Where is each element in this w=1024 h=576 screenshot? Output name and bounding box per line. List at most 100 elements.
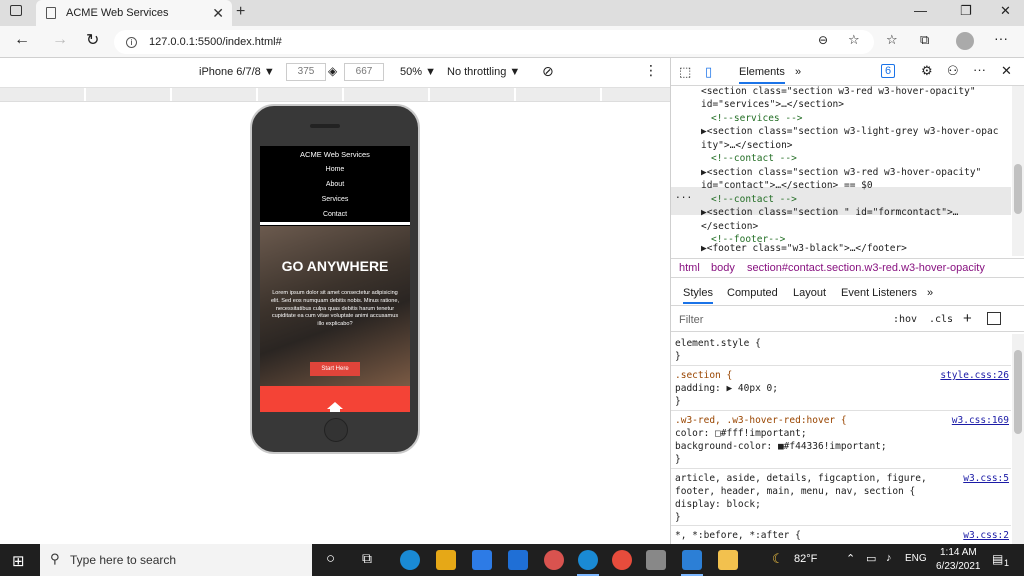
weather-temp[interactable]: 82°F xyxy=(794,553,817,565)
volume-icon[interactable]: ♪ xyxy=(886,552,892,564)
dom-tree[interactable]: <section class="section w3-red w3-hover-… xyxy=(671,86,1011,256)
dom-line[interactable]: ▶<section class="section w3-red w3-hover… xyxy=(701,167,981,180)
forward-icon[interactable]: → xyxy=(52,31,68,49)
tab-computed[interactable]: Computed xyxy=(727,287,778,299)
clock-time[interactable]: 1:14 AM xyxy=(940,547,977,558)
inspect-icon[interactable]: ⬚ xyxy=(679,64,691,80)
nav-services[interactable]: Services xyxy=(260,196,410,203)
task-view-icon[interactable]: ⧉ xyxy=(362,550,372,567)
weather-icon[interactable]: ☾ xyxy=(772,551,784,567)
file-explorer-icon[interactable] xyxy=(436,550,456,570)
crumb-html[interactable]: html xyxy=(679,262,700,274)
rotate-dimensions-icon[interactable]: ◈ xyxy=(328,64,337,78)
home-button[interactable] xyxy=(324,418,348,442)
nav-home[interactable]: Home xyxy=(260,166,410,173)
rule-declaration[interactable]: background-color: ■#f44336!important; xyxy=(675,441,887,452)
tab-actions-icon[interactable] xyxy=(10,5,22,16)
store-icon[interactable] xyxy=(472,550,492,570)
dom-line[interactable]: </section> xyxy=(701,221,758,234)
favorites-icon[interactable]: ☆ xyxy=(886,32,898,48)
minimize-icon[interactable]: — xyxy=(914,3,927,18)
back-icon[interactable]: ← xyxy=(14,31,30,49)
selected-row-dots[interactable]: ... xyxy=(675,190,692,203)
crumb-section[interactable]: section#contact.section.w3-red.w3-hover-… xyxy=(747,262,985,274)
refresh-icon[interactable]: ↻ xyxy=(86,30,99,50)
width-input[interactable]: 375 xyxy=(286,63,326,81)
vscode-icon[interactable] xyxy=(682,550,702,570)
dom-line[interactable]: id="services">…</section> xyxy=(701,99,844,112)
filter-input[interactable]: Filter xyxy=(679,314,703,326)
height-input[interactable]: 667 xyxy=(344,63,384,81)
dom-comment[interactable]: <!--contact --> xyxy=(711,194,797,207)
more-subtabs-button[interactable]: » xyxy=(927,287,933,299)
dom-comment[interactable]: <!--services --> xyxy=(711,113,803,126)
media-query-ruler[interactable] xyxy=(0,88,670,102)
device-more-icon[interactable]: ⋮ xyxy=(644,62,658,79)
hov-toggle[interactable]: :hov xyxy=(893,314,917,325)
rule-selector[interactable]: article, aside, details, figcaption, fig… xyxy=(675,473,927,484)
cortana-icon[interactable]: ○ xyxy=(326,550,335,567)
tab-event-listeners[interactable]: Event Listeners xyxy=(841,287,917,299)
rule-source-link[interactable]: w3.css:5 xyxy=(963,473,1009,484)
add-favorite-icon[interactable]: ☆ xyxy=(848,32,860,48)
zoom-icon[interactable]: ⊖ xyxy=(818,33,828,47)
gear-icon[interactable]: ⚙ xyxy=(921,63,933,79)
tab-styles[interactable]: Styles xyxy=(683,287,713,304)
rule-selector[interactable]: footer, header, main, menu, nav, section… xyxy=(675,486,915,497)
nav-contact[interactable]: Contact xyxy=(260,211,410,218)
dom-line[interactable]: ▶<section class="section " id="formconta… xyxy=(701,207,958,220)
close-tab-icon[interactable]: ✕ xyxy=(212,5,224,22)
site-brand[interactable]: ACME Web Services xyxy=(260,150,410,159)
language-indicator[interactable]: ENG xyxy=(905,553,927,564)
notes-icon[interactable] xyxy=(718,550,738,570)
info-icon[interactable]: i xyxy=(126,36,137,48)
collections-icon[interactable]: ⧉ xyxy=(920,32,929,48)
mail-icon[interactable] xyxy=(508,550,528,570)
connect-icon[interactable]: ⚇ xyxy=(947,63,959,79)
chrome-icon[interactable] xyxy=(612,550,632,570)
close-devtools-icon[interactable]: ✕ xyxy=(1001,63,1012,79)
dom-comment[interactable]: <!--contact --> xyxy=(711,153,797,166)
dom-line[interactable]: <section class="section w3-red w3-hover-… xyxy=(701,86,976,99)
restore-icon[interactable]: ❐ xyxy=(960,3,972,19)
start-here-button[interactable]: Start Here xyxy=(310,362,360,376)
rule-declaration[interactable]: display: block; xyxy=(675,499,761,510)
address-bar[interactable]: i 127.0.0.1:5500/index.html# xyxy=(114,30,874,54)
dom-scrollbar-thumb[interactable] xyxy=(1014,164,1022,214)
crumb-body[interactable]: body xyxy=(711,262,735,274)
tray-chevron-icon[interactable]: ⌃ xyxy=(846,552,855,565)
menu-icon[interactable]: ··· xyxy=(994,30,1008,46)
rule-source-link[interactable]: w3.css:2 xyxy=(963,530,1009,541)
rotate-icon[interactable]: ⊘ xyxy=(542,63,554,80)
rule-selector[interactable]: element.style { xyxy=(675,338,761,349)
app-icon[interactable] xyxy=(544,550,564,570)
notification-icon[interactable]: ▤ xyxy=(992,552,1003,566)
more-tabs-button[interactable]: » xyxy=(795,66,801,78)
edge-icon[interactable] xyxy=(400,550,420,570)
new-rule-icon[interactable]: + xyxy=(963,310,972,327)
edge-active-icon[interactable] xyxy=(578,550,598,570)
issues-badge[interactable]: 6 xyxy=(881,64,896,78)
network-icon[interactable]: ▭ xyxy=(866,552,876,565)
dom-line[interactable]: ▶<footer class="w3-black">…</footer> xyxy=(701,243,907,256)
devtools-menu-icon[interactable]: ··· xyxy=(973,62,986,77)
styles-scrollbar-thumb[interactable] xyxy=(1014,350,1022,434)
nav-about[interactable]: About xyxy=(260,181,410,188)
sidebar-toggle-icon[interactable] xyxy=(987,312,1001,325)
rule-declaration[interactable]: padding: ▶ 40px 0; xyxy=(675,383,778,394)
windows-start-icon[interactable]: ⊞ xyxy=(12,552,25,570)
device-toggle-icon[interactable]: ▯ xyxy=(705,64,712,80)
tab-elements[interactable]: Elements xyxy=(739,66,785,84)
window-close-icon[interactable]: ✕ xyxy=(1000,3,1011,19)
rule-selector[interactable]: *, *:before, *:after { xyxy=(675,530,801,541)
avatar[interactable] xyxy=(956,32,974,50)
rule-selector[interactable]: .section { xyxy=(675,370,732,381)
new-tab-button[interactable]: + xyxy=(236,3,245,21)
rule-source-link[interactable]: style.css:26 xyxy=(940,370,1009,381)
zoom-select[interactable]: 50% ▼ xyxy=(400,66,436,78)
dom-line[interactable]: ity">…</section> xyxy=(701,140,793,153)
rule-selector[interactable]: .w3-red, .w3-hover-red:hover { xyxy=(675,415,847,426)
dom-line[interactable]: id="contact">…</section> == $0 xyxy=(701,180,873,193)
throttle-select[interactable]: No throttling ▼ xyxy=(447,66,520,78)
device-select[interactable]: iPhone 6/7/8 ▼ xyxy=(199,66,275,78)
